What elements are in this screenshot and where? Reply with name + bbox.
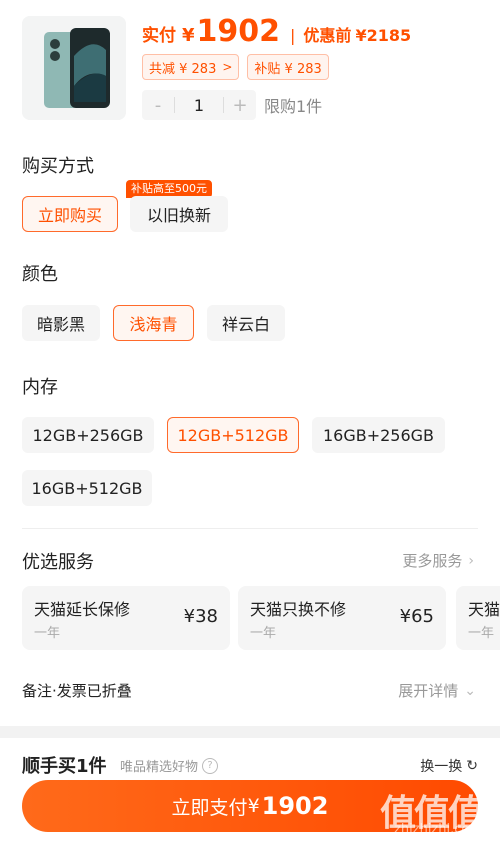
pay-now-amount: 1902: [261, 792, 329, 820]
color-option-cyan[interactable]: 浅海青: [113, 305, 194, 341]
quantity-stepper: - 1 +: [142, 90, 256, 120]
more-services-label: 更多服务: [402, 552, 463, 570]
pay-amount: 1902: [196, 14, 281, 49]
product-image[interactable]: [22, 16, 126, 120]
chevron-right-icon: ›: [468, 552, 474, 569]
purchase-method-title: 购买方式: [22, 156, 94, 177]
service-term: 一年: [468, 626, 495, 641]
divider: [22, 528, 478, 529]
total-discount-chip[interactable]: 共减 ¥ 283 >: [142, 54, 240, 80]
pay-now-label: 立即支付: [171, 796, 248, 819]
notes-invoice-label: 备注·发票已折叠: [22, 682, 132, 700]
storage-option-12-512[interactable]: 12GB+512GB: [167, 417, 299, 453]
subsidy-chip: 补贴 ¥ 283: [247, 54, 329, 80]
bundle-subtitle: 唯品精选好物 ?: [120, 756, 219, 775]
option-buy-now[interactable]: 立即购买: [22, 196, 118, 232]
refresh-icon: ↻: [466, 758, 478, 774]
service-term: 一年: [250, 626, 277, 641]
service-name: 天猫延长保修: [34, 600, 131, 619]
service-card[interactable]: 天猫延长保修 一年 ¥38: [22, 586, 230, 650]
more-services-link[interactable]: 更多服务 ›: [402, 550, 474, 571]
phone-image-icon: [22, 16, 126, 120]
service-name: 天猫只换不修: [250, 600, 347, 619]
storage-option-16-256[interactable]: 16GB+256GB: [312, 417, 445, 453]
service-price: ¥65: [399, 606, 434, 627]
price-line: 实付 ¥ 1902 | 优惠前 ¥2185: [142, 14, 411, 49]
purchase-limit: 限购1件: [264, 97, 323, 116]
expand-details-link[interactable]: 展开详情 ⌄: [398, 680, 476, 701]
increase-button[interactable]: +: [224, 95, 256, 116]
help-icon[interactable]: ?: [202, 757, 219, 774]
swap-label: 换一换: [420, 759, 463, 775]
bundle-title: 顺手买1件: [22, 756, 107, 777]
discount-chips: 共减 ¥ 283 > 补贴 ¥ 283: [142, 54, 329, 80]
service-card[interactable]: 天猫 一年: [456, 586, 500, 650]
swap-button[interactable]: 换一换 ↻: [420, 756, 478, 776]
color-option-white[interactable]: 祥云白: [207, 305, 285, 341]
service-term: 一年: [34, 626, 61, 641]
price-separator: |: [290, 26, 296, 45]
storage-title: 内存: [22, 377, 58, 398]
quantity-value[interactable]: 1: [175, 96, 223, 115]
decrease-button[interactable]: -: [142, 95, 174, 116]
storage-option-12-256[interactable]: 12GB+256GB: [22, 417, 154, 453]
section-separator: [0, 726, 500, 738]
services-title: 优选服务: [22, 552, 94, 573]
bundle-subtitle-text: 唯品精选好物: [120, 760, 199, 775]
chevron-right-icon: >: [222, 60, 233, 74]
watermark-url: zhizhizhi.com: [394, 822, 482, 837]
option-trade-in[interactable]: 以旧换新: [130, 196, 228, 232]
subsidy-label: 补贴 ¥ 283: [254, 61, 322, 77]
chevron-down-icon: ⌄: [464, 682, 476, 699]
color-option-black[interactable]: 暗影黑: [22, 305, 100, 341]
pay-now-currency: ¥: [247, 795, 260, 817]
total-discount-label: 共减 ¥ 283: [149, 61, 217, 77]
pay-label: 实付: [142, 26, 176, 46]
service-card[interactable]: 天猫只换不修 一年 ¥65: [238, 586, 446, 650]
service-price: ¥38: [183, 606, 218, 627]
service-name: 天猫: [468, 600, 500, 619]
original-price: ¥2185: [355, 26, 412, 45]
pay-currency: ¥: [182, 25, 195, 46]
storage-option-16-512[interactable]: 16GB+512GB: [22, 470, 152, 506]
color-title: 颜色: [22, 264, 58, 285]
expand-details-label: 展开详情: [398, 682, 459, 700]
original-price-label: 优惠前: [303, 26, 352, 45]
